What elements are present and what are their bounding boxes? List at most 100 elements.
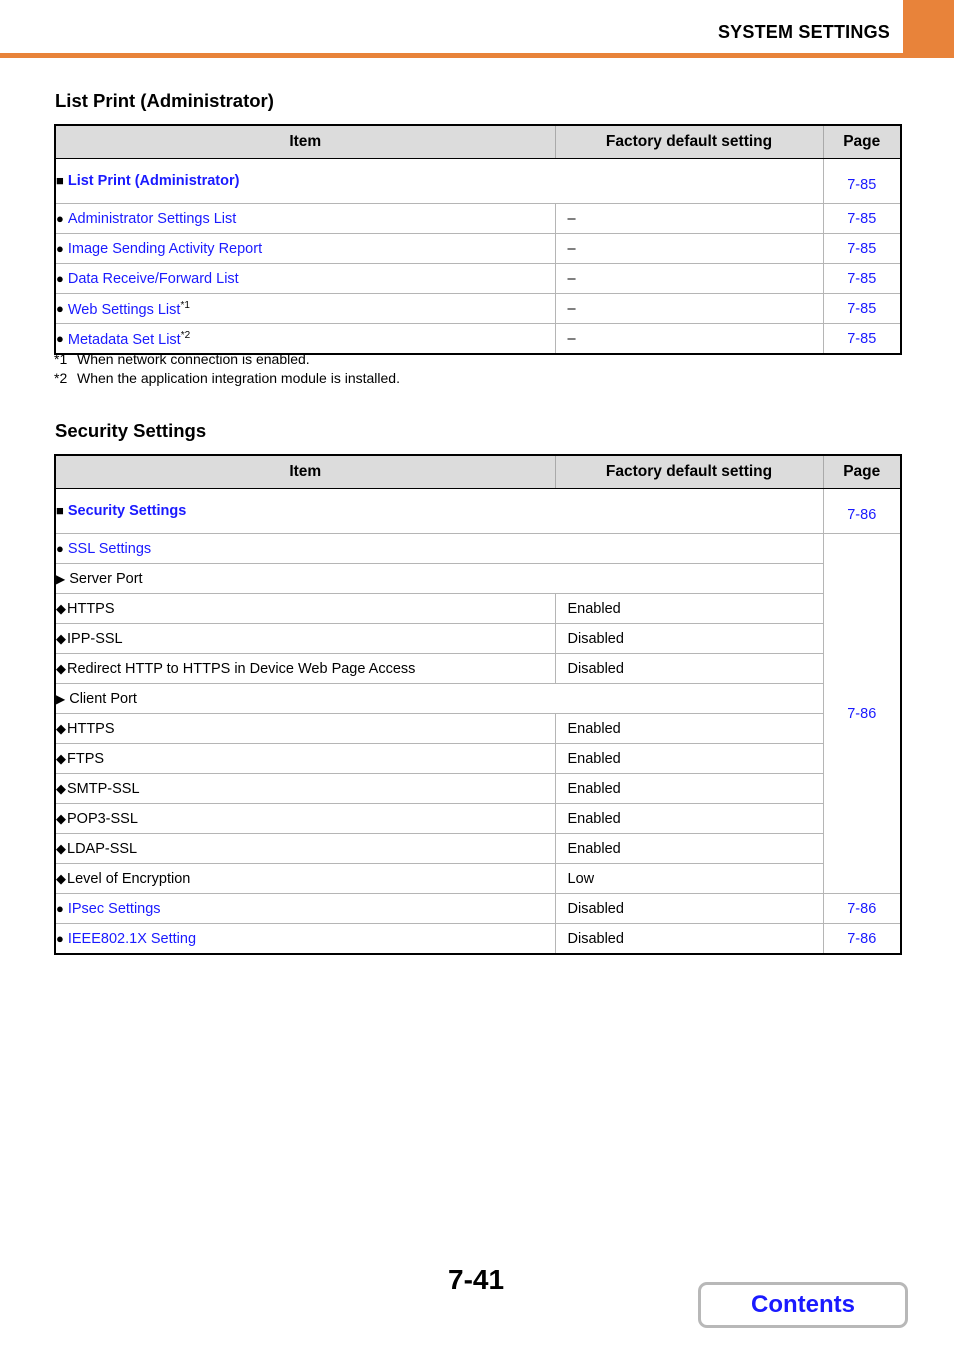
administrator-settings-list-link[interactable]: Administrator Settings List	[68, 211, 236, 227]
page-link[interactable]: 7-85	[822, 158, 902, 204]
circle-bullet-icon: ●	[56, 930, 64, 946]
ieee8021x-setting-link[interactable]: IEEE802.1X Setting	[68, 931, 196, 947]
table-row: ● IPsec Settings Disabled 7-86	[54, 893, 902, 924]
table-row: ● IEEE802.1X Setting Disabled 7-86	[54, 923, 902, 955]
circle-bullet-icon: ●	[56, 210, 64, 226]
column-header-default: Factory default setting	[554, 454, 824, 489]
diamond-bullet-icon: ◆	[56, 630, 66, 646]
table-row: ◆Level of Encryption Low	[54, 863, 901, 894]
ssl-settings-link[interactable]: SSL Settings	[68, 541, 151, 557]
diamond-bullet-icon: ◆	[56, 840, 66, 856]
header-accent-bar	[0, 53, 954, 58]
section-title-security: Security Settings	[55, 420, 207, 441]
table-row: ◆HTTPS Enabled	[54, 713, 901, 744]
default-value: Low	[554, 863, 824, 894]
footnote: *1 When network connection is enabled.	[54, 351, 310, 367]
list-print-table: Item Factory default setting Page ■ List …	[54, 124, 902, 355]
default-value: Disabled	[554, 653, 824, 684]
default-value: Enabled	[554, 773, 824, 804]
group-cell: ■ Security Settings	[54, 488, 824, 534]
page-link[interactable]: 7-86	[822, 488, 902, 534]
default-value: –	[554, 203, 824, 234]
table-row-group: ■ Security Settings 7-86	[54, 488, 902, 534]
column-header-page: Page	[822, 124, 902, 159]
table-row: ● Data Receive/Forward List – 7-85	[54, 263, 902, 294]
web-settings-list-link[interactable]: Web Settings List	[68, 301, 181, 317]
triangle-bullet-icon: ▶	[56, 571, 66, 586]
table-row: ● Web Settings List*1 – 7-85	[54, 293, 902, 324]
table-row: ◆HTTPS Enabled	[54, 593, 901, 624]
circle-bullet-icon: ●	[56, 331, 64, 347]
table-row: ◆POP3-SSL Enabled	[54, 803, 901, 834]
circle-bullet-icon: ●	[56, 540, 64, 556]
default-value: –	[554, 233, 824, 264]
list-print-link[interactable]: List Print (Administrator)	[68, 173, 240, 189]
default-value: Enabled	[554, 743, 824, 774]
table-row: ▶ Server Port	[54, 563, 901, 594]
default-value: Enabled	[554, 833, 824, 864]
diamond-bullet-icon: ◆	[56, 750, 66, 766]
table-row: ◆LDAP-SSL Enabled	[54, 833, 901, 864]
contents-button[interactable]: Contents	[698, 1282, 908, 1328]
table-row: ◆FTPS Enabled	[54, 743, 901, 774]
diamond-bullet-icon: ◆	[56, 720, 66, 736]
default-value: –	[554, 263, 824, 294]
footnote-ref: *1	[180, 299, 190, 311]
table-row: ● Administrator Settings List – 7-85	[54, 203, 902, 234]
page-link[interactable]: 7-86	[822, 893, 902, 924]
diamond-bullet-icon: ◆	[56, 870, 66, 886]
default-value: Disabled	[554, 623, 824, 654]
footnote-ref: *2	[180, 329, 191, 341]
page-link[interactable]: 7-85	[822, 203, 902, 234]
square-bullet-icon: ■	[56, 503, 64, 518]
page-link[interactable]: 7-85	[822, 233, 902, 264]
table-header-row: Item Factory default setting Page	[54, 124, 902, 159]
circle-bullet-icon: ●	[56, 900, 64, 916]
security-settings-table: Item Factory default setting Page ■ Secur…	[54, 454, 902, 955]
table-header-row: Item Factory default setting Page	[54, 454, 902, 489]
column-header-default: Factory default setting	[554, 124, 824, 159]
column-header-page: Page	[822, 454, 902, 489]
security-settings-link[interactable]: Security Settings	[68, 503, 186, 519]
ipsec-settings-link[interactable]: IPsec Settings	[68, 901, 161, 917]
section-title-list-print: List Print (Administrator)	[55, 90, 274, 111]
page-link[interactable]: 7-86	[822, 533, 902, 894]
table-row: ◆Redirect HTTP to HTTPS in Device Web Pa…	[54, 653, 901, 684]
diamond-bullet-icon: ◆	[56, 810, 66, 826]
header-accent-tab	[903, 0, 954, 58]
page-link[interactable]: 7-85	[822, 263, 902, 294]
chapter-title: SYSTEM SETTINGS	[717, 22, 890, 42]
page-link[interactable]: 7-86	[822, 923, 902, 955]
table-row: ◆SMTP-SSL Enabled	[54, 773, 901, 804]
default-value: Enabled	[554, 713, 824, 744]
default-value: Disabled	[554, 893, 824, 924]
diamond-bullet-icon: ◆	[56, 600, 66, 616]
square-bullet-icon: ■	[56, 173, 64, 188]
metadata-set-list-link[interactable]: Metadata Set List	[68, 331, 181, 347]
footnote: *2 When the application integration modul…	[54, 370, 400, 386]
default-value: Enabled	[554, 593, 824, 624]
table-row-group: ■ List Print (Administrator) 7-85	[54, 158, 902, 204]
table-row: ● Image Sending Activity Report – 7-85	[54, 233, 902, 264]
default-value: Enabled	[554, 803, 824, 834]
data-receive-forward-list-link[interactable]: Data Receive/Forward List	[68, 271, 239, 287]
server-port-label: Server Port	[69, 570, 143, 587]
page-link[interactable]: 7-85	[822, 293, 902, 324]
default-value: –	[554, 323, 824, 355]
table-row: ● SSL Settings 7-86	[54, 533, 902, 894]
diamond-bullet-icon: ◆	[56, 660, 66, 676]
column-header-item: Item	[54, 124, 556, 159]
page-link[interactable]: 7-85	[822, 323, 902, 355]
default-value: Disabled	[554, 923, 824, 955]
diamond-bullet-icon: ◆	[56, 780, 66, 796]
image-sending-activity-report-link[interactable]: Image Sending Activity Report	[68, 241, 262, 257]
table-row: ▶ Client Port	[54, 683, 901, 714]
table-row: ◆IPP-SSL Disabled	[54, 623, 901, 654]
circle-bullet-icon: ●	[56, 301, 64, 317]
circle-bullet-icon: ●	[56, 240, 64, 256]
column-header-item: Item	[54, 454, 556, 489]
table-row: ● Metadata Set List*2 – 7-85	[54, 323, 902, 355]
default-value: –	[554, 293, 824, 324]
circle-bullet-icon: ●	[56, 270, 64, 286]
triangle-bullet-icon: ▶	[56, 691, 66, 706]
